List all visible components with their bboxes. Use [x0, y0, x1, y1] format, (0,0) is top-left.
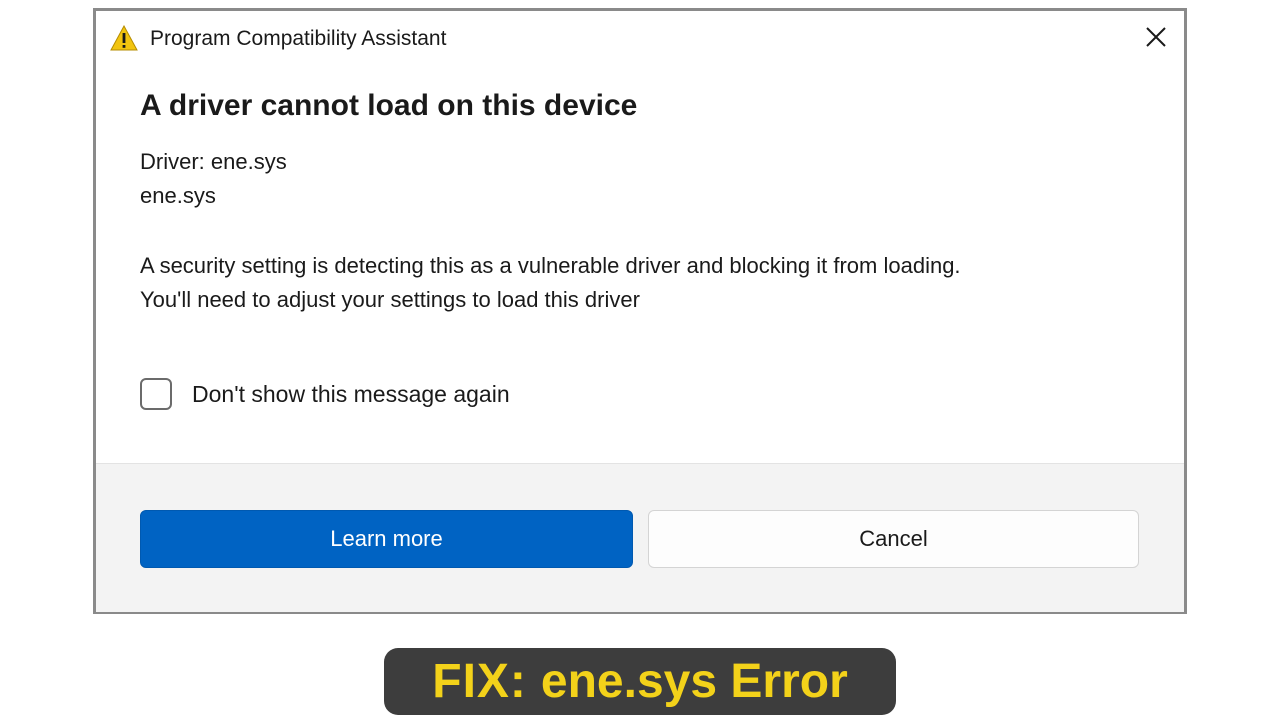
compatibility-dialog: Program Compatibility Assistant A driver…	[93, 8, 1187, 614]
dialog-footer: Learn more Cancel	[96, 463, 1184, 612]
dialog-message: A security setting is detecting this as …	[140, 249, 1150, 317]
driver-label: Driver: ene.sys	[140, 149, 287, 174]
dialog-heading: A driver cannot load on this device	[140, 89, 638, 122]
banner-title: ene.sys Error	[540, 655, 848, 708]
close-icon	[1146, 27, 1166, 47]
title-bar: Program Compatibility Assistant	[96, 11, 1184, 67]
dont-show-again-option[interactable]: Don't show this message again	[140, 376, 510, 412]
warning-icon	[110, 25, 138, 51]
learn-more-button[interactable]: Learn more	[140, 510, 633, 568]
message-line-2: You'll need to adjust your settings to l…	[140, 287, 640, 312]
window-title: Program Compatibility Assistant	[150, 27, 447, 50]
message-line-1: A security setting is detecting this as …	[140, 253, 961, 278]
driver-name: ene.sys	[140, 183, 216, 208]
close-button[interactable]	[1142, 23, 1170, 51]
fix-label: FIX:	[432, 655, 527, 708]
dont-show-again-checkbox[interactable]	[140, 378, 172, 410]
fix-banner: FIX: ene.sys Error	[384, 648, 896, 715]
cancel-button[interactable]: Cancel	[648, 510, 1139, 568]
dont-show-again-label[interactable]: Don't show this message again	[192, 381, 510, 408]
